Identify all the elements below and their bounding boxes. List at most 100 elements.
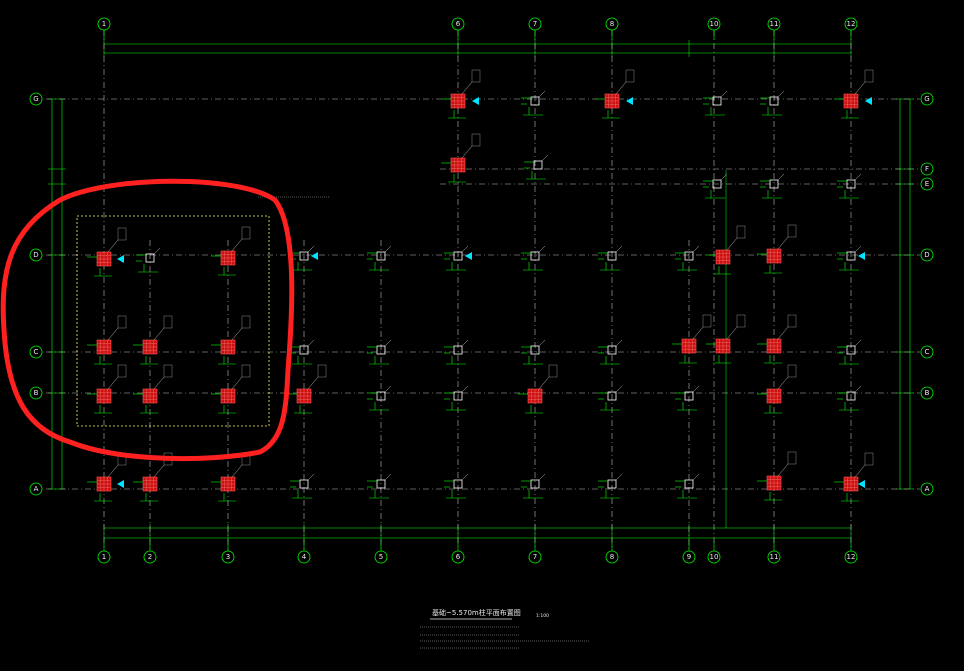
column-small [521, 245, 546, 271]
direction-marker [117, 480, 124, 488]
axis-bubble-label-D: D [924, 251, 929, 259]
leader-line [777, 173, 785, 181]
column-large [834, 452, 874, 502]
axis-grid [46, 30, 920, 550]
axis-bubble-label-9: 9 [687, 553, 691, 561]
tag-block [241, 364, 251, 378]
column-small [837, 173, 862, 199]
axis-bubble-label-B: B [34, 389, 39, 397]
axis-bubble-label-E: E [925, 180, 929, 188]
leader-line [153, 464, 165, 478]
column-large [441, 133, 481, 183]
leader-line [461, 473, 469, 481]
tag-block [117, 227, 127, 241]
column-small [367, 245, 392, 271]
column-large [211, 315, 251, 365]
axis-bubble-label-11: 11 [770, 20, 779, 28]
notes-layer: 基础~5.570m柱平面布置图 1:100 [258, 196, 590, 649]
leader-line [854, 81, 866, 95]
column-large [757, 314, 797, 364]
leader-line [538, 339, 546, 347]
leader-line [854, 173, 862, 181]
axis-bubble-label-1: 1 [102, 20, 106, 28]
axis-bubble-label-A: A [34, 485, 39, 493]
tag-block [787, 224, 797, 238]
leader-line [541, 154, 549, 162]
column-large [211, 452, 251, 502]
column-large [518, 364, 558, 414]
leader-line [231, 238, 243, 252]
tag-block [787, 451, 797, 465]
column-small [444, 245, 469, 271]
column-large [441, 69, 481, 119]
axis-bubble-label-12: 12 [847, 20, 856, 28]
axis-bubble-label-A: A [925, 485, 930, 493]
column-small [290, 473, 315, 499]
axis-bubble-label-C: C [925, 348, 930, 356]
direction-marker [465, 252, 472, 260]
leader-line [726, 237, 738, 251]
column-large [834, 69, 874, 119]
direction-marker [472, 97, 479, 105]
leader-line [153, 376, 165, 390]
leader-line [307, 473, 315, 481]
leader-line [307, 376, 319, 390]
column-large [757, 224, 797, 274]
tag-block [787, 364, 797, 378]
axis-bubble-label-3: 3 [226, 553, 230, 561]
axis-bubbles: 11 2 3 4 5667788 9101011111212G GFED DC CB BA A [29, 17, 934, 564]
dimension-lines [48, 40, 914, 542]
leader-line [615, 385, 623, 393]
tag-block [702, 314, 712, 328]
leader-line [461, 339, 469, 347]
leader-line [107, 327, 119, 341]
leader-line [615, 473, 623, 481]
leader-line [692, 326, 704, 340]
tag-block [787, 314, 797, 328]
tag-block [471, 69, 481, 83]
axis-bubble-label-B: B [925, 389, 930, 397]
column-small [524, 154, 549, 180]
column-small [521, 90, 546, 116]
leader-line [720, 90, 728, 98]
leader-line [777, 326, 789, 340]
axis-bubble-label-7: 7 [533, 553, 537, 561]
leader-line [777, 236, 789, 250]
leader-line [854, 385, 862, 393]
cad-drawing-canvas: 1 1 2 3 4 5 6 6 7 7 8 8 9 10 10 11 11 12 12 G G F E D D C C B B A A 基础… [0, 0, 964, 671]
column-small [598, 473, 623, 499]
tag-block [117, 364, 127, 378]
leader-line [538, 376, 550, 390]
leader-line [692, 245, 700, 253]
leader-line [461, 385, 469, 393]
column-small [598, 245, 623, 271]
column-large [87, 452, 127, 502]
axis-bubble-label-7: 7 [533, 20, 537, 28]
axis-bubble-label-1: 1 [102, 553, 106, 561]
column-large [706, 225, 746, 275]
column-small [136, 247, 161, 273]
column-small [444, 385, 469, 411]
column-large [211, 226, 251, 276]
column-small [760, 90, 785, 116]
column-small [598, 385, 623, 411]
axis-bubble-label-6: 6 [456, 20, 461, 28]
leader-line [231, 327, 243, 341]
tag-block [625, 69, 635, 83]
leader-line [777, 90, 785, 98]
column-large [287, 364, 327, 414]
tag-block [736, 314, 746, 328]
leader-line [615, 81, 627, 95]
axis-bubble-label-12: 12 [847, 553, 856, 561]
column-large [757, 364, 797, 414]
leader-line [854, 245, 862, 253]
column-small [521, 473, 546, 499]
tag-block [471, 133, 481, 147]
leader-line [153, 247, 161, 255]
leader-line [231, 376, 243, 390]
axis-bubble-label-8: 8 [610, 20, 614, 28]
drawing-scale: 1:100 [536, 613, 549, 619]
axis-bubble-label-C: C [34, 348, 39, 356]
axis-bubble-label-5: 5 [379, 553, 383, 561]
leader-line [777, 463, 789, 477]
